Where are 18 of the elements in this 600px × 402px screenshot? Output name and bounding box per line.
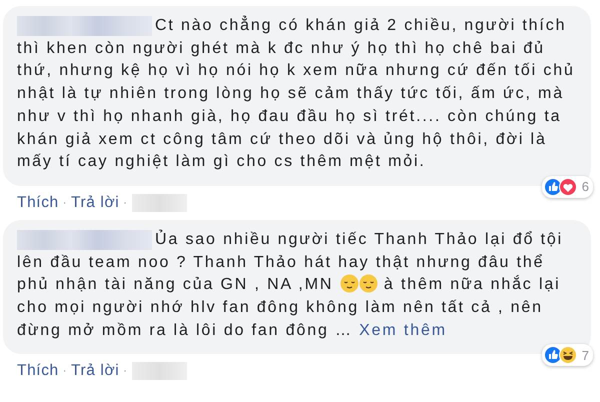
separator-dot: ·	[62, 196, 68, 209]
relieved-face-icon	[340, 274, 359, 294]
blurred-timestamp	[132, 194, 187, 212]
like-link[interactable]: Thích	[17, 362, 59, 380]
blurred-timestamp	[132, 362, 187, 380]
reaction-count: 7	[582, 348, 589, 363]
comment-text: Ct nào chẳng có khán giả 2 chiều, người thích thì khen còn người ghét mà k đc như ý họ thì họ chê bai đủ thứ, nhưng kệ họ vì họ nói họ k xem nữa nhưng cứ đến tối chủ nhật là tự nhiên trong lòng họ sẽ cảm thấy tức tối, ấm ức, mà như v thì họ nhanh già, họ đau đầu họ sì trét.... còn chúng ta khán giả xem ct công tâm cứ theo dõi và ủng hộ thôi, đời là mấy tí cay nghiệt làm gì cho cs thêm mệt mỏi.	[17, 15, 576, 172]
comment-text: Ủa sao nhiều người tiếc Thanh Thảo lại đổ tội lên đầu team noo ? Thanh Thảo hát hay thật nhưng đâu thể phủ nhận tài năng của GN , NA ,MN à thêm nữa nhắc lại cho mọi người nhớ hlv fan đông không làm nên tất cả , nên đừng mở mồm ra là lôi do fan đông … Xem thêm	[17, 228, 564, 341]
separator-dot: ·	[123, 365, 128, 378]
separator-dot: ·	[62, 365, 68, 378]
like-link[interactable]: Thích	[17, 194, 59, 212]
reply-link[interactable]: Trả lời	[71, 194, 120, 212]
laughing-face-icon	[558, 346, 577, 364]
reply-link[interactable]: Trả lời	[71, 362, 120, 380]
separator-dot: ·	[123, 196, 128, 209]
reaction-count: 6	[582, 179, 589, 194]
relieved-face-icon	[358, 274, 378, 294]
see-more-link[interactable]: Xem thêm	[359, 322, 447, 339]
